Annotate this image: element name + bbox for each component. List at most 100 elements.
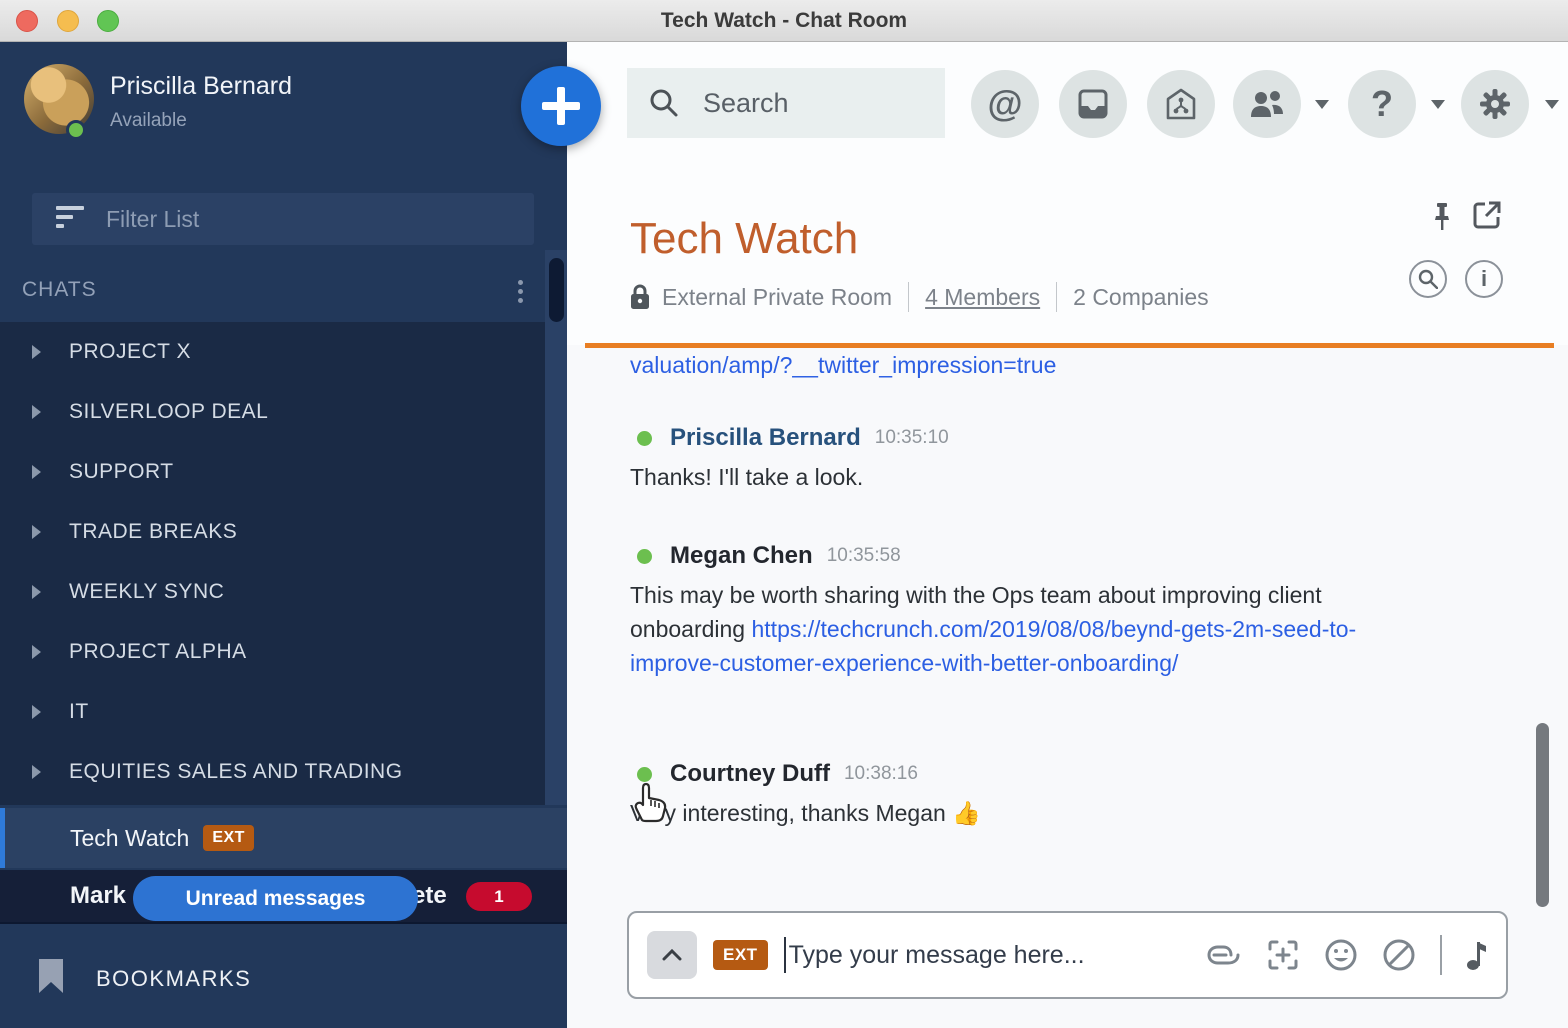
lock-icon bbox=[630, 284, 650, 310]
unread-messages-tooltip: Unread messages bbox=[133, 876, 418, 921]
filter-list-box[interactable] bbox=[32, 193, 534, 245]
sidebar-item-project-alpha[interactable]: PROJECT ALPHA bbox=[0, 622, 567, 682]
divider bbox=[1056, 282, 1057, 312]
ext-badge: EXT bbox=[713, 940, 768, 970]
sidebar-item-project-x[interactable]: PROJECT X bbox=[0, 322, 567, 382]
chevron-right-icon bbox=[32, 645, 41, 659]
global-search-input[interactable] bbox=[701, 87, 931, 120]
chevron-right-icon bbox=[32, 585, 41, 599]
user-name: Priscilla Bernard bbox=[110, 72, 292, 101]
sidebar-item-label: PROJECT X bbox=[69, 340, 191, 364]
room-header-divider bbox=[585, 343, 1554, 348]
chats-menu-icon[interactable] bbox=[510, 276, 530, 310]
main-panel: @ ? bbox=[567, 42, 1568, 1028]
search-icon bbox=[649, 88, 679, 118]
chevron-right-icon bbox=[32, 525, 41, 539]
emoji-icon[interactable] bbox=[1324, 938, 1358, 972]
chevron-up-icon bbox=[662, 949, 682, 961]
message-sender[interactable]: Priscilla Bernard bbox=[670, 424, 861, 452]
message-link-fragment[interactable]: valuation/amp/?__twitter_impression=true bbox=[630, 352, 1056, 379]
message-sender[interactable]: Megan Chen bbox=[670, 542, 813, 570]
search-icon bbox=[1418, 269, 1438, 289]
inbox-icon bbox=[1076, 87, 1110, 121]
collapse-composer-button[interactable] bbox=[647, 931, 697, 979]
attachment-icon[interactable] bbox=[1206, 942, 1242, 968]
sidebar-item-tech-watch[interactable]: Tech Watch EXT bbox=[0, 808, 567, 868]
window-title: Tech Watch - Chat Room bbox=[0, 0, 1568, 42]
message: Courtney Duff 10:38:16 Very interesting,… bbox=[630, 760, 1430, 830]
room-search-button[interactable] bbox=[1409, 260, 1447, 298]
create-new-button[interactable] bbox=[521, 66, 601, 146]
sidebar-item-it[interactable]: IT bbox=[0, 682, 567, 742]
info-icon: i bbox=[1481, 266, 1487, 292]
chevron-right-icon bbox=[32, 405, 41, 419]
people-caret-icon[interactable] bbox=[1315, 100, 1329, 109]
message-timestamp: 10:38:16 bbox=[844, 763, 918, 785]
room-members-link[interactable]: 4 Members bbox=[925, 284, 1040, 311]
sidebar: Priscilla Bernard Available CHATS PROJEC… bbox=[0, 42, 567, 1028]
message: Megan Chen 10:35:58 This may be worth sh… bbox=[630, 542, 1430, 680]
room-info-button[interactable]: i bbox=[1465, 260, 1503, 298]
audio-note-icon[interactable] bbox=[1466, 938, 1488, 972]
room-companies: 2 Companies bbox=[1073, 284, 1209, 311]
sidebar-item-silverloop-deal[interactable]: SILVERLOOP DEAL bbox=[0, 382, 567, 442]
chat-list: PROJECT X SILVERLOOP DEAL SUPPORT TRADE … bbox=[0, 322, 567, 805]
hand-cursor bbox=[626, 776, 672, 826]
presence-available-icon bbox=[637, 549, 652, 564]
unread-count-badge: 1 bbox=[466, 882, 532, 911]
chats-section-label: CHATS bbox=[22, 278, 97, 302]
window-titlebar: Tech Watch - Chat Room bbox=[0, 0, 1568, 42]
composer-placeholder[interactable]: Type your message here... bbox=[789, 941, 1085, 970]
filter-list-input[interactable] bbox=[104, 205, 504, 234]
sidebar-item-weekly-sync[interactable]: WEEKLY SYNC bbox=[0, 562, 567, 622]
filter-icon bbox=[56, 206, 84, 233]
ext-badge: EXT bbox=[203, 825, 254, 851]
sidebar-item-label: SUPPORT bbox=[69, 460, 174, 484]
mentions-button[interactable]: @ bbox=[971, 70, 1039, 138]
message-composer[interactable]: EXT Type your message here... bbox=[627, 911, 1508, 999]
people-icon bbox=[1248, 87, 1286, 121]
inbox-button[interactable] bbox=[1059, 70, 1127, 138]
presence-available-icon bbox=[637, 431, 652, 446]
selected-indicator bbox=[0, 808, 5, 868]
divider bbox=[1440, 935, 1442, 975]
gear-icon bbox=[1477, 86, 1513, 122]
sidebar-item-label-fragment: Mark bbox=[70, 882, 126, 910]
apps-button[interactable] bbox=[1147, 70, 1215, 138]
screen-snippet-icon[interactable] bbox=[1266, 938, 1300, 972]
help-button[interactable]: ? bbox=[1348, 70, 1416, 138]
room-meta: External Private Room 4 Members 2 Compan… bbox=[630, 282, 1209, 312]
sidebar-scrollbar-track[interactable] bbox=[545, 250, 567, 805]
popout-icon[interactable] bbox=[1472, 200, 1502, 230]
sidebar-scrollbar-thumb[interactable] bbox=[549, 258, 564, 322]
chevron-right-icon bbox=[32, 345, 41, 359]
sidebar-item-label: WEEKLY SYNC bbox=[69, 580, 224, 604]
user-status: Available bbox=[110, 110, 187, 132]
bookmark-icon bbox=[38, 958, 64, 994]
sidebar-item-label: SILVERLOOP DEAL bbox=[69, 400, 268, 424]
text-cursor bbox=[784, 937, 786, 973]
chevron-right-icon bbox=[32, 705, 41, 719]
people-button[interactable] bbox=[1233, 70, 1301, 138]
messages-scrollbar-thumb[interactable] bbox=[1536, 723, 1549, 907]
global-search-box[interactable] bbox=[627, 68, 945, 138]
at-icon: @ bbox=[987, 83, 1022, 125]
chevron-right-icon bbox=[32, 765, 41, 779]
sidebar-item-equities-sales-and-trading[interactable]: EQUITIES SALES AND TRADING bbox=[0, 742, 567, 802]
sidebar-item-label: TRADE BREAKS bbox=[69, 520, 237, 544]
sidebar-item-label: Tech Watch bbox=[70, 825, 189, 852]
message-text: Very interesting, thanks Megan 👍 bbox=[630, 796, 1430, 830]
message-sender[interactable]: Courtney Duff bbox=[670, 760, 830, 788]
pin-icon[interactable] bbox=[1432, 202, 1452, 232]
room-type: External Private Room bbox=[662, 284, 892, 311]
settings-caret-icon[interactable] bbox=[1545, 100, 1559, 109]
presence-available-icon bbox=[66, 120, 86, 140]
sidebar-item-trade-breaks[interactable]: TRADE BREAKS bbox=[0, 502, 567, 562]
sidebar-item-support[interactable]: SUPPORT bbox=[0, 442, 567, 502]
sidebar-item-bookmarks[interactable]: BOOKMARKS bbox=[0, 922, 567, 1028]
settings-button[interactable] bbox=[1461, 70, 1529, 138]
divider bbox=[908, 282, 909, 312]
message-text: This may be worth sharing with the Ops t… bbox=[630, 578, 1430, 680]
disable-icon[interactable] bbox=[1382, 938, 1416, 972]
help-caret-icon[interactable] bbox=[1431, 100, 1445, 109]
